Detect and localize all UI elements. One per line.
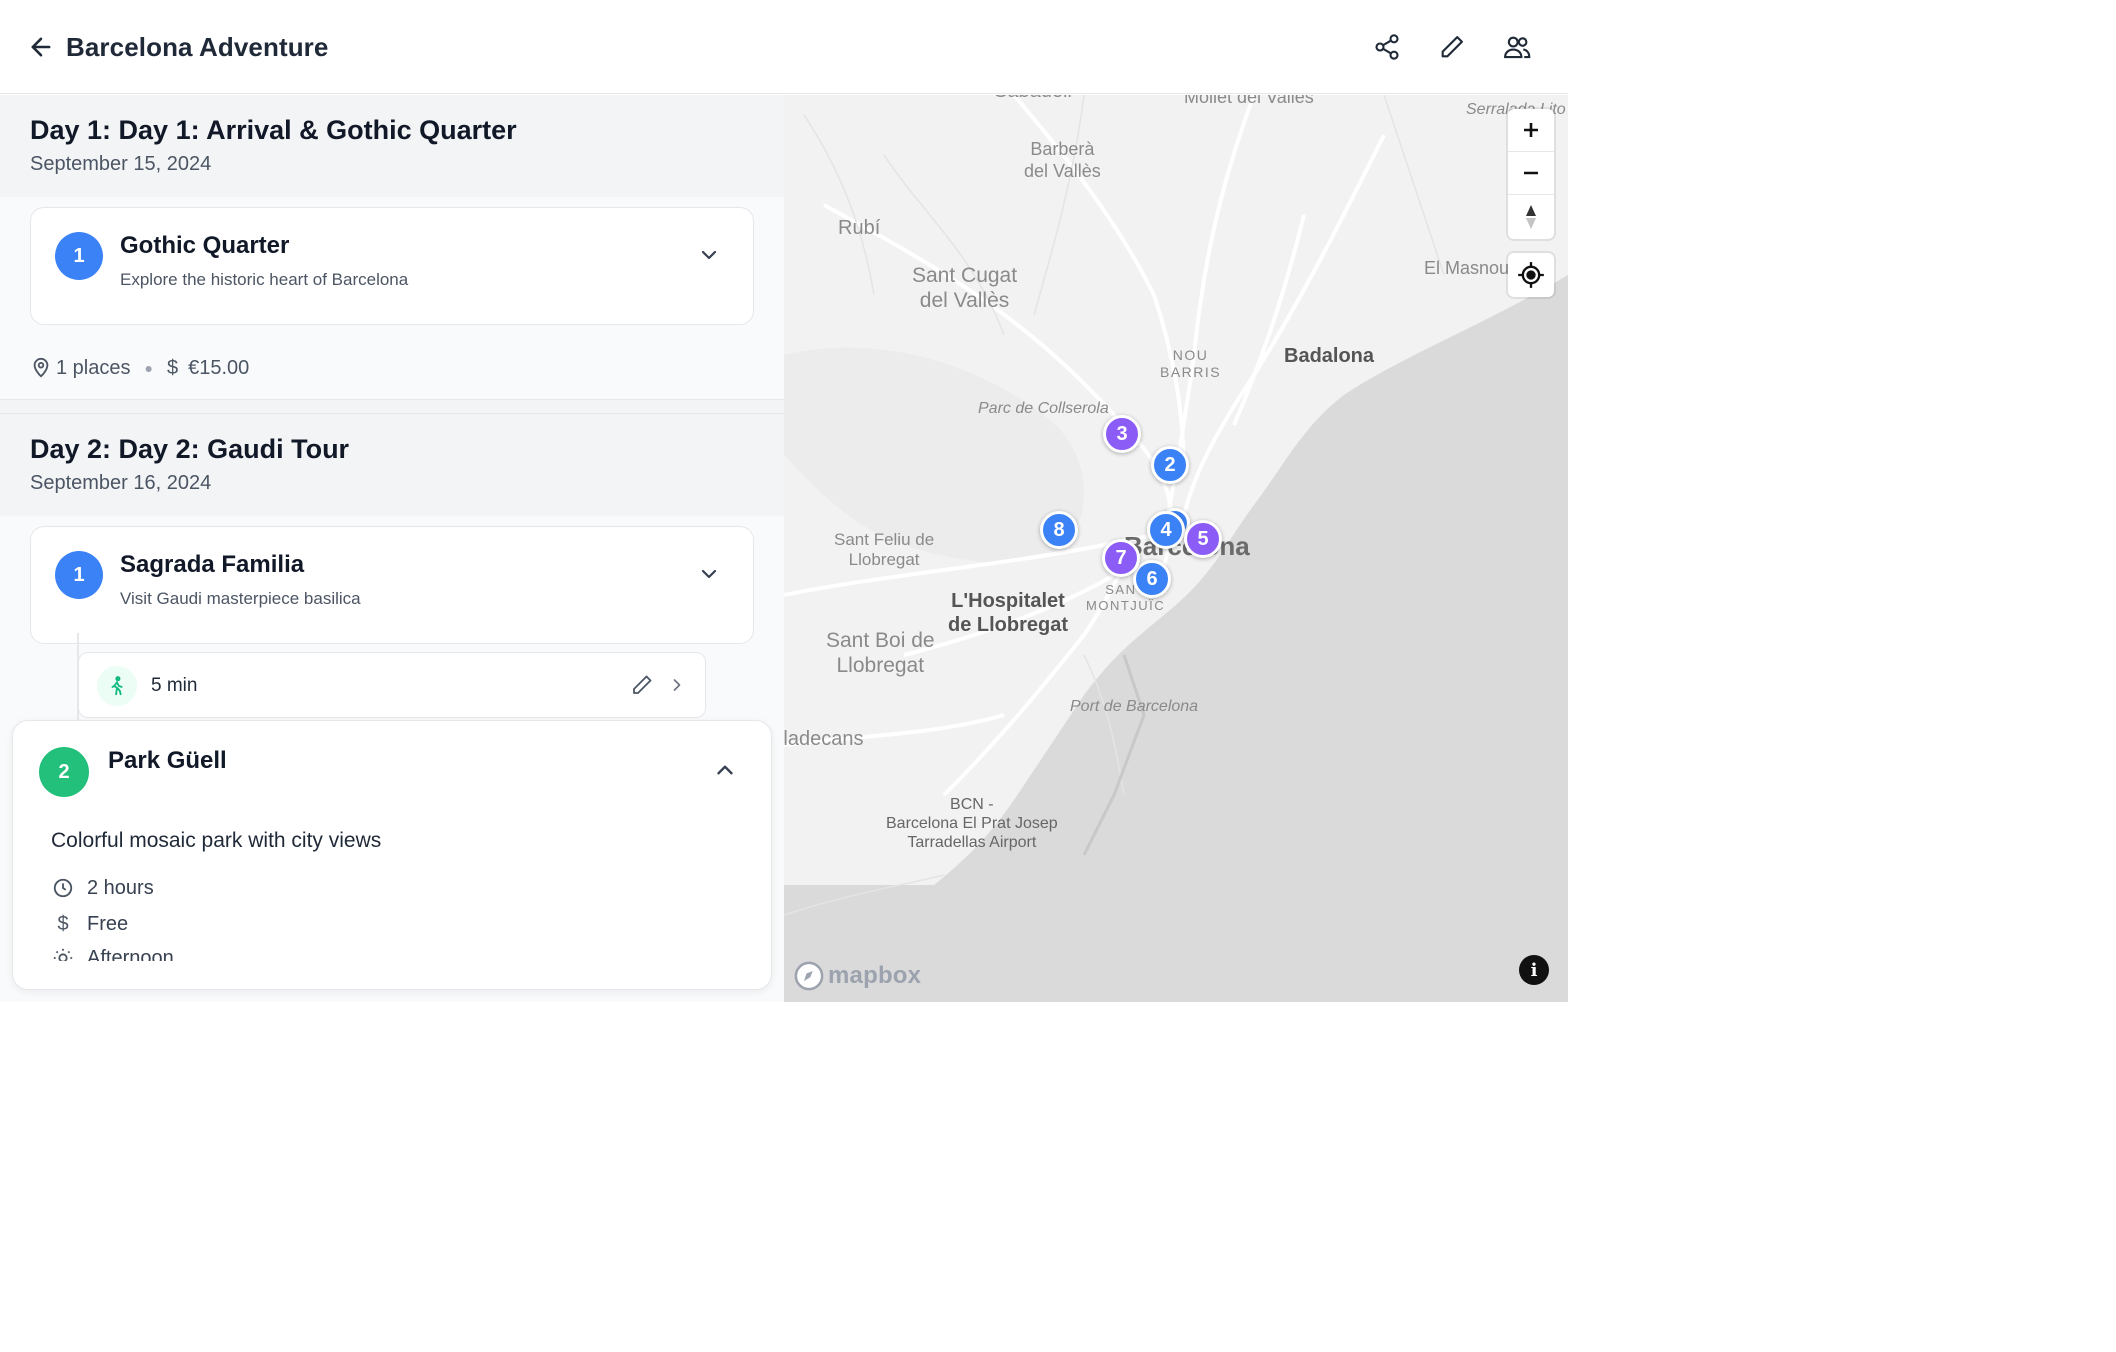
day-header: Day 2: Day 2: Gaudi Tour September 16, 2… [0,414,784,516]
map-label-sant-feliu: Sant Feliu de Llobregat [834,530,935,570]
map-label-viladecans: Viladecans [784,728,864,750]
place-number-badge: 1 [55,232,103,280]
map-pin-icon [33,357,49,378]
map-marker[interactable]: 5 [1184,520,1222,558]
day-date: September 16, 2024 [30,472,212,494]
place-number-badge: 1 [55,551,103,599]
map-marker[interactable]: 6 [1133,560,1171,598]
expand-button[interactable] [696,561,722,587]
divider [0,399,784,400]
place-name: Gothic Quarter [120,232,290,259]
zoom-out-button[interactable] [1508,152,1554,195]
zoom-in-button[interactable] [1508,109,1554,152]
place-card[interactable]: 1 Sagrada Familia Visit Gaudi masterpiec… [30,526,754,644]
map-marker[interactable]: 8 [1040,511,1078,549]
sun-icon [53,948,73,961]
back-button[interactable] [26,31,56,63]
map-marker[interactable]: 3 [1103,415,1141,453]
map-label-sant-boi: Sant Boi de Llobregat [826,629,935,678]
walking-icon [97,666,137,706]
map-label-nou-barris: NOU BARRIS [1160,347,1222,380]
zoom-controls [1508,109,1554,239]
place-name: Sagrada Familia [120,551,305,578]
day-header: Day 1: Day 1: Arrival & Gothic Quarter S… [0,95,784,197]
clipped-row-container: Afternoon [13,943,771,961]
compass-button[interactable] [1508,195,1554,238]
place-time-of-day: Afternoon [87,946,174,962]
pencil-icon [1441,36,1463,58]
geolocate-button[interactable] [1508,253,1554,297]
place-description: Colorful mosaic park with city views [51,829,382,852]
day-date: September 15, 2024 [30,153,212,175]
place-name: Park Güell [108,747,227,774]
price-row: $ Free [51,912,128,936]
chevron-up-icon [717,765,733,775]
chevron-down-icon [701,250,717,260]
map-label-el-masnou: El Masnou [1424,258,1510,278]
map-label-hospitalet: L'Hospitalet de Llobregat [948,590,1069,636]
clock-icon [53,878,73,898]
chevron-right-icon [673,679,681,691]
place-price: Free [87,912,129,935]
map-label-mollet: Mollet del Vallès [1184,95,1314,107]
plus-icon [1524,123,1538,137]
place-card-expanded[interactable]: 2 Park Güell Colorful mosaic park with c… [12,720,772,990]
day-stats: 1 places ● $ €15.00 [30,353,249,383]
collapse-button[interactable] [712,757,738,783]
day-title: Day 1: Day 1: Arrival & Gothic Quarter [30,115,517,145]
map-label-sabadell: Sabadell [994,95,1072,103]
map-label-collserola: Parc de Collserola [978,400,1109,417]
itinerary-panel: Day 1: Day 1: Arrival & Gothic Quarter S… [0,95,784,1002]
app-header: Barcelona Adventure [0,0,1568,94]
map-marker[interactable]: 7 [1102,539,1140,577]
collaborators-button[interactable] [1502,32,1532,62]
map-label-port: Port de Barcelona [1070,698,1199,715]
place-description: Visit Gaudi masterpiece basilica [120,589,361,608]
dollar-icon: $ [57,912,69,935]
map-label-rubi: Rubí [838,217,881,239]
separator-dot: ● [144,360,153,376]
users-icon [1504,36,1531,59]
crosshair-icon [1518,262,1544,288]
place-number-badge: 2 [39,747,89,797]
duration-row: 2 hours [51,876,154,900]
compass-icon [1526,204,1536,229]
mapbox-icon [794,961,824,991]
chevron-down-icon [701,569,717,579]
time-of-day-row: Afternoon [51,946,174,961]
day-body: 1 Gothic Quarter Explore the historic he… [0,197,784,399]
arrow-left-icon [31,37,51,57]
place-duration: 2 hours [87,876,154,899]
map-label-barbera: Barberà del Vallès [1024,139,1101,181]
attribution-info-button[interactable]: i [1519,955,1549,985]
edit-button[interactable] [1437,32,1467,62]
minus-icon [1524,171,1538,175]
dollar-icon: $ [166,356,179,379]
pencil-icon [633,675,652,694]
share-button[interactable] [1372,32,1402,62]
expand-button[interactable] [696,242,722,268]
place-description: Explore the historic heart of Barcelona [120,270,409,289]
map-view[interactable]: Sabadell Mollet del Vallès Serralada Lit… [784,95,1568,1002]
map-marker[interactable]: 4 [1147,511,1185,549]
travel-details-button[interactable] [667,674,687,701]
travel-segment[interactable]: 5 min [78,652,706,718]
edit-travel-button[interactable] [630,673,654,702]
map-label-airport: BCN - Barcelona El Prat Josep Tarradella… [886,796,1058,852]
page-title: Barcelona Adventure [66,32,329,62]
day-cost: €15.00 [188,356,250,379]
map-label-sant-cugat: Sant Cugat del Vallès [912,264,1018,313]
place-card[interactable]: 1 Gothic Quarter Explore the historic he… [30,207,754,325]
places-count: 1 places [56,356,131,379]
mapbox-logo[interactable]: mapbox [794,961,921,991]
day-title: Day 2: Day 2: Gaudi Tour [30,434,350,464]
map-marker[interactable]: 2 [1151,446,1189,484]
mapbox-wordmark: mapbox [828,962,922,989]
share-icon [1375,34,1399,60]
map-label-badalona: Badalona [1284,345,1375,367]
travel-duration: 5 min [151,675,198,696]
